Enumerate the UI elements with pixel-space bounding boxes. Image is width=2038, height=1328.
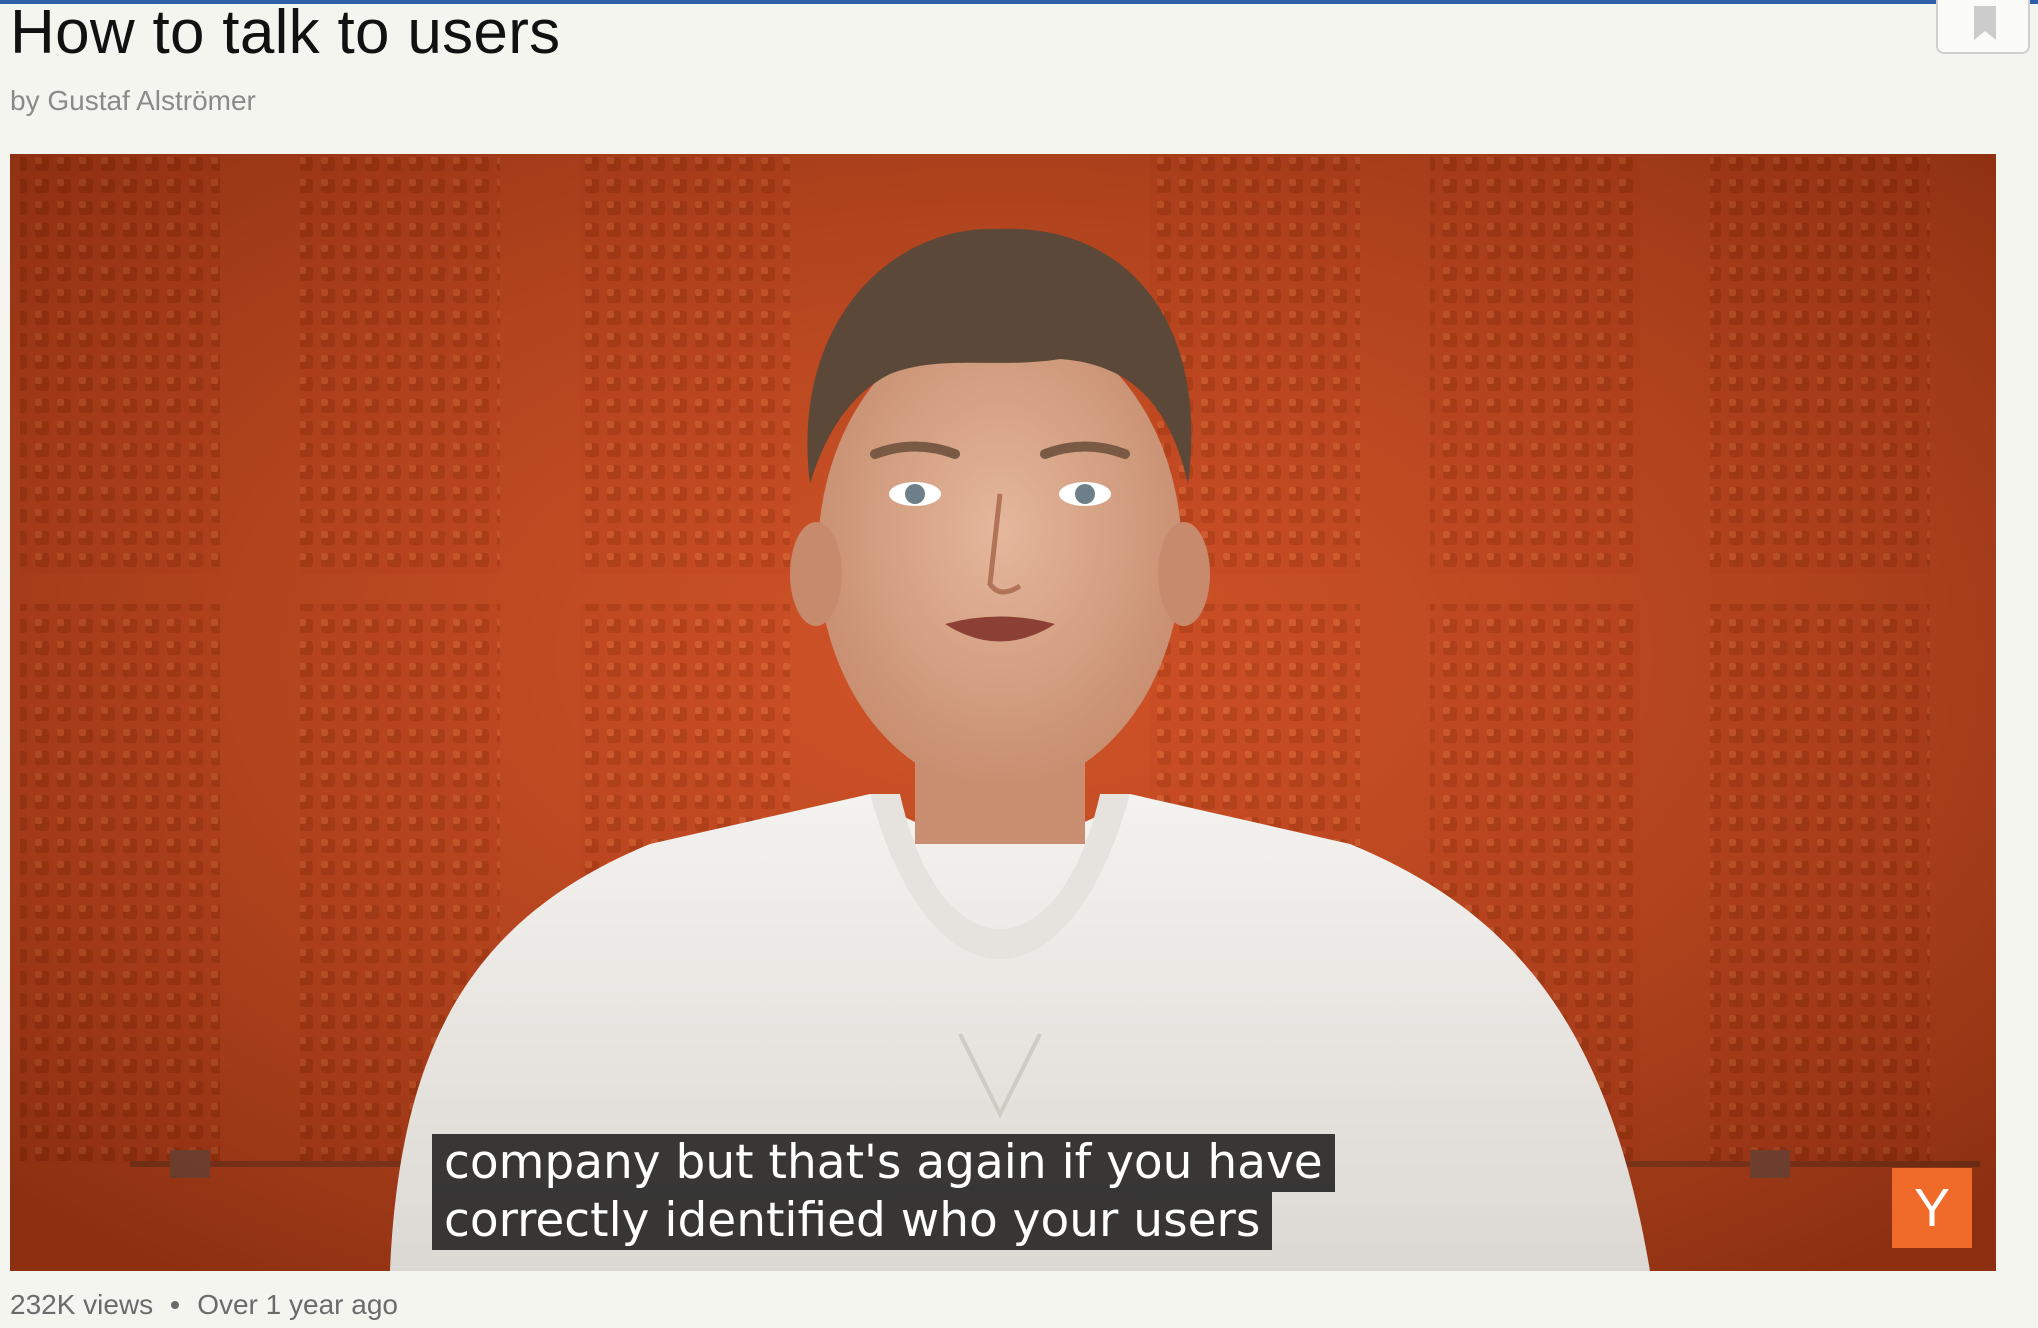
video-player[interactable]: company but that's again if you have cor… [10, 154, 1996, 1271]
publish-age: Over 1 year ago [197, 1289, 398, 1320]
caption-line: company but that's again if you have [432, 1134, 1335, 1192]
video-captions: company but that's again if you have cor… [432, 1134, 1335, 1250]
yc-logo: Y [1892, 1168, 1972, 1248]
separator-dot [171, 1301, 180, 1309]
video-meta: 232K views Over 1 year ago [10, 1288, 398, 1322]
video-frame [10, 154, 1996, 1271]
caption-line: correctly identified who your users [432, 1192, 1273, 1250]
bookmark-button[interactable] [1936, 0, 2030, 54]
page-title: How to talk to users [10, 0, 561, 67]
author-name[interactable]: by Gustaf Alströmer [10, 84, 256, 118]
bookmark-icon [1974, 6, 1996, 40]
view-count: 232K views [10, 1289, 154, 1320]
